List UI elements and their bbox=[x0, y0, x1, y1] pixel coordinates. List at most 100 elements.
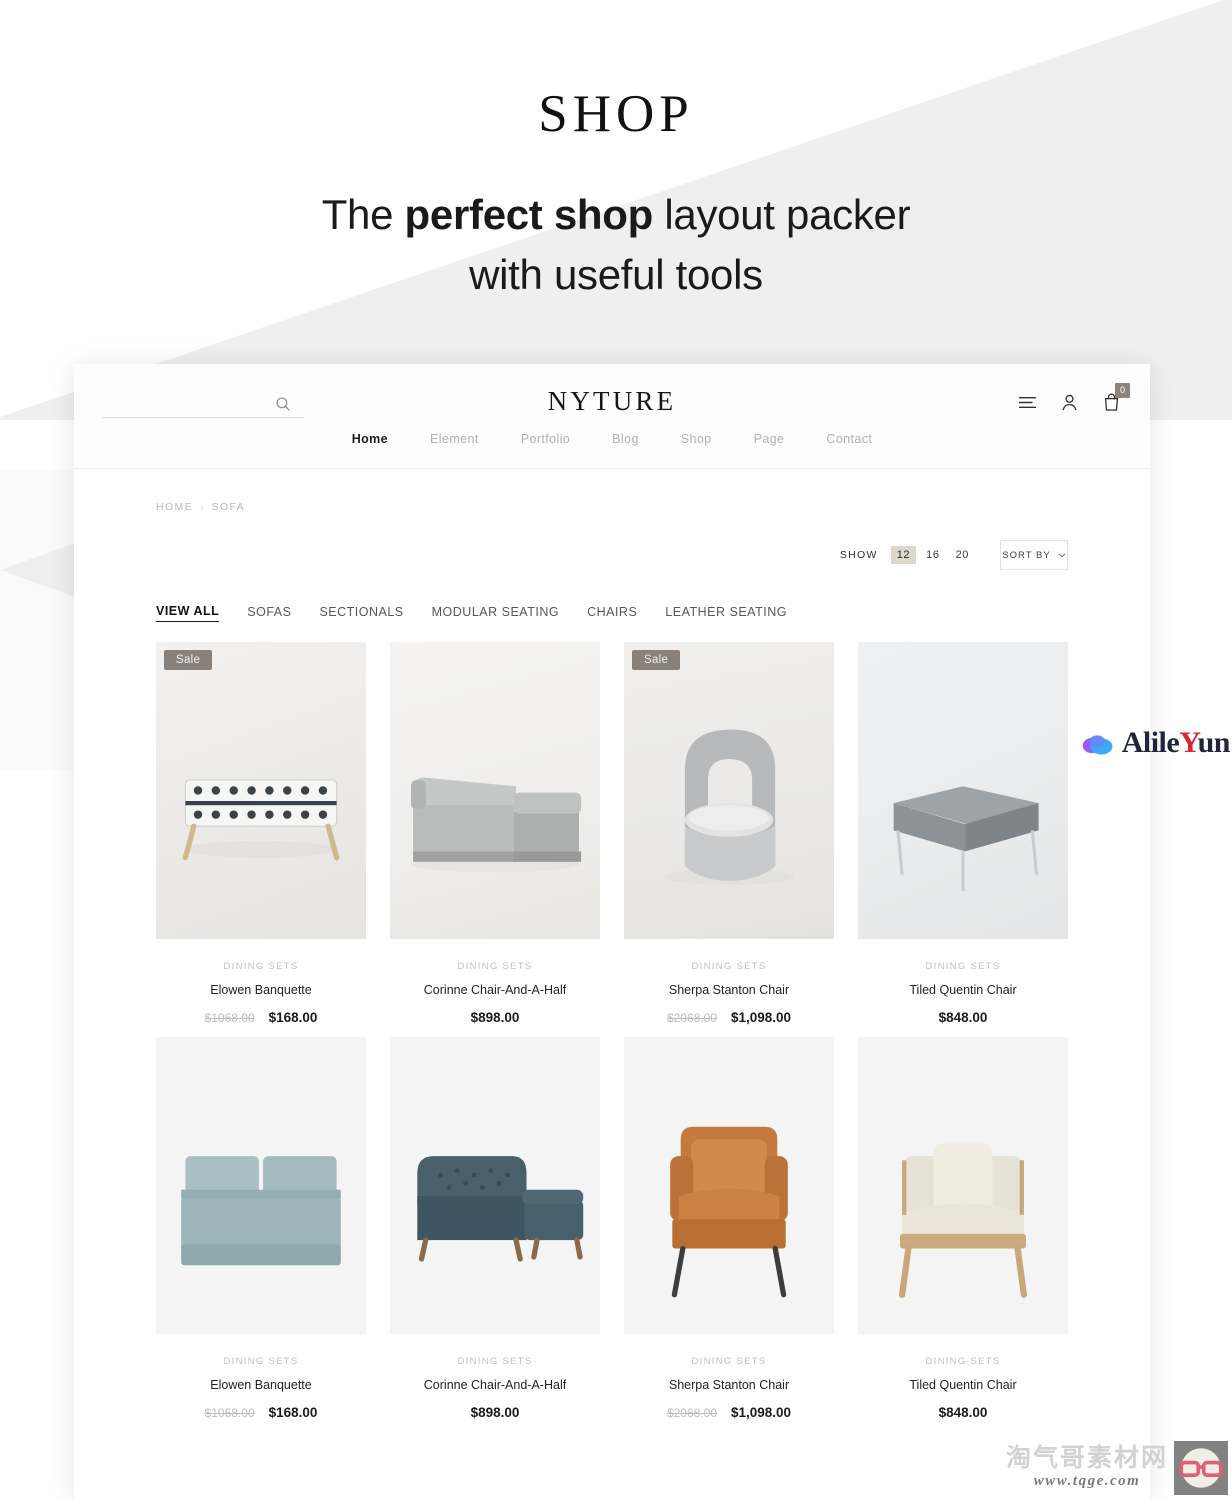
cart-button[interactable]: 0 bbox=[1101, 383, 1130, 413]
product-name[interactable]: Corinne Chair-And-A-Half bbox=[390, 983, 600, 997]
product-card[interactable]: DINING SETS Corinne Chair-And-A-Half $89… bbox=[390, 1037, 600, 1420]
breadcrumb: HOME › SOFA bbox=[156, 501, 1068, 513]
watermark-alileyun: AlileYun bbox=[1081, 726, 1231, 760]
product-price-current: $168.00 bbox=[268, 1010, 318, 1025]
product-category: DINING SETS bbox=[691, 1356, 767, 1367]
watermark-alileyun-text: AlileYun bbox=[1121, 726, 1231, 760]
product-card[interactable]: DINING SETS Tiled Quentin Chair $848.00 bbox=[858, 642, 1068, 1025]
product-price-current: $848.00 bbox=[938, 1010, 988, 1025]
category-tab-sofas[interactable]: SOFAS bbox=[247, 605, 291, 622]
product-name[interactable]: Tiled Quentin Chair bbox=[858, 1378, 1068, 1392]
hero-subtitle-pre: The bbox=[321, 191, 405, 238]
product-prices: $2068.00 $1,098.00 bbox=[624, 1010, 834, 1025]
product-prices: $898.00 bbox=[390, 1405, 600, 1420]
product-image[interactable] bbox=[156, 1037, 366, 1334]
blue-grey-loveseat-icon bbox=[181, 1156, 341, 1266]
nav-item-portfolio[interactable]: Portfolio bbox=[519, 426, 572, 452]
breadcrumb-home[interactable]: HOME bbox=[156, 501, 193, 513]
sale-badge: Sale bbox=[632, 650, 681, 670]
sale-badge: Sale bbox=[164, 650, 213, 670]
product-card[interactable]: DINING SETS Elowen Banquette $1068.00 $1… bbox=[156, 1037, 366, 1420]
user-account-icon[interactable] bbox=[1059, 392, 1080, 413]
cart-count-badge: 0 bbox=[1115, 383, 1130, 398]
category-tab-sectionals[interactable]: SECTIONALS bbox=[319, 605, 403, 622]
show-option-20[interactable]: 20 bbox=[950, 546, 975, 564]
product-name[interactable]: Elowen Banquette bbox=[156, 1378, 366, 1392]
product-meta: DINING SETS Elowen Banquette $1068.00 $1… bbox=[156, 1334, 366, 1420]
product-image[interactable] bbox=[624, 1037, 834, 1334]
category-tab-view-all[interactable]: VIEW ALL bbox=[156, 604, 220, 622]
show-options: 12 16 20 bbox=[890, 546, 975, 564]
product-category: DINING SETS bbox=[457, 1356, 533, 1367]
watermark-tqge: 淘气哥素材网 www.tqge.com bbox=[1006, 1441, 1228, 1495]
nav-item-home[interactable]: Home bbox=[350, 426, 390, 452]
product-meta: DINING SETS Tiled Quentin Chair $848.00 bbox=[858, 1334, 1068, 1420]
product-prices: $848.00 bbox=[858, 1010, 1068, 1025]
hero-subtitle: The perfect shop layout packer with usef… bbox=[0, 185, 1232, 305]
product-image[interactable]: Sale bbox=[156, 642, 366, 939]
product-name[interactable]: Corinne Chair-And-A-Half bbox=[390, 1378, 600, 1392]
product-card[interactable]: DINING SETS Sherpa Stanton Chair $2068.0… bbox=[624, 1037, 834, 1420]
product-name[interactable]: Sherpa Stanton Chair bbox=[624, 983, 834, 997]
product-category: DINING SETS bbox=[925, 961, 1001, 972]
product-grid-row-2: DINING SETS Elowen Banquette $1068.00 $1… bbox=[156, 1037, 1068, 1420]
product-card[interactable]: Sale DINING SETS Elowen Banquette $1068.… bbox=[156, 642, 366, 1025]
product-meta: DINING SETS Sherpa Stanton Chair $2068.0… bbox=[624, 1334, 834, 1420]
product-meta: DINING SETS Elowen Banquette $1068.00 $1… bbox=[156, 939, 366, 1025]
product-image[interactable] bbox=[390, 1037, 600, 1334]
product-image[interactable] bbox=[858, 1037, 1068, 1334]
category-tab-chairs[interactable]: CHAIRS bbox=[587, 605, 637, 622]
breadcrumb-current: SOFA bbox=[211, 501, 246, 513]
product-name[interactable]: Elowen Banquette bbox=[156, 983, 366, 997]
nav-item-element[interactable]: Element bbox=[428, 426, 481, 452]
product-price-old: $1068.00 bbox=[204, 1011, 255, 1025]
cream-wood-frame-chair-icon bbox=[898, 1143, 1028, 1298]
shop-site-window: NYTURE 0 Home Element Portfolio Blog Sho… bbox=[74, 364, 1150, 1499]
sort-by-label: SORT BY bbox=[1002, 549, 1051, 561]
product-meta: DINING SETS Corinne Chair-And-A-Half $89… bbox=[390, 1334, 600, 1420]
product-price-old: $1068.00 bbox=[204, 1406, 255, 1420]
teal-tufted-sectional-icon bbox=[417, 1156, 584, 1262]
category-tab-leather-seating[interactable]: LEATHER SEATING bbox=[665, 605, 787, 622]
watermark-alileyun-pre: Alile bbox=[1121, 726, 1180, 759]
product-category: DINING SETS bbox=[925, 1356, 1001, 1367]
grey-barrel-chair-icon bbox=[663, 729, 795, 885]
product-prices: $1068.00 $168.00 bbox=[156, 1010, 366, 1025]
product-card[interactable]: Sale DINING SETS Sherpa Stanton Chair $2… bbox=[624, 642, 834, 1025]
watermark-tqge-url: www.tqge.com bbox=[1033, 1473, 1141, 1489]
product-category: DINING SETS bbox=[223, 1356, 299, 1367]
product-image[interactable] bbox=[858, 642, 1068, 939]
product-prices: $2068.00 $1,098.00 bbox=[624, 1405, 834, 1420]
site-header: NYTURE 0 Home Element Portfolio Blog Sho… bbox=[74, 364, 1150, 469]
show-option-16[interactable]: 16 bbox=[920, 546, 945, 564]
watermark-tqge-chinese: 淘气哥素材网 bbox=[1005, 1444, 1168, 1472]
hamburger-menu-icon[interactable] bbox=[1017, 392, 1038, 413]
product-name[interactable]: Sherpa Stanton Chair bbox=[624, 1378, 834, 1392]
product-price-current: $1,098.00 bbox=[731, 1405, 792, 1420]
product-price-current: $898.00 bbox=[470, 1010, 520, 1025]
category-tab-modular-seating[interactable]: MODULAR SEATING bbox=[432, 605, 559, 622]
nav-item-page[interactable]: Page bbox=[752, 426, 787, 452]
product-meta: DINING SETS Tiled Quentin Chair $848.00 bbox=[858, 939, 1068, 1025]
product-card[interactable]: DINING SETS Corinne Chair-And-A-Half $89… bbox=[390, 642, 600, 1025]
show-option-12[interactable]: 12 bbox=[890, 546, 917, 564]
header-icon-group: 0 bbox=[1017, 383, 1130, 413]
category-filter-tabs: VIEW ALL SOFAS SECTIONALS MODULAR SEATIN… bbox=[156, 604, 1068, 622]
product-card[interactable]: DINING SETS Tiled Quentin Chair $848.00 bbox=[858, 1037, 1068, 1420]
nav-item-contact[interactable]: Contact bbox=[824, 426, 874, 452]
show-label: SHOW bbox=[839, 549, 878, 561]
brand-logo[interactable]: NYTURE bbox=[74, 386, 1150, 417]
product-name[interactable]: Tiled Quentin Chair bbox=[858, 983, 1068, 997]
product-price-current: $848.00 bbox=[938, 1405, 988, 1420]
grey-ottoman-icon bbox=[893, 786, 1039, 892]
tan-leather-armchair-icon bbox=[670, 1126, 788, 1298]
product-meta: DINING SETS Corinne Chair-And-A-Half $89… bbox=[390, 939, 600, 1025]
product-image[interactable]: Sale bbox=[624, 642, 834, 939]
product-grid-row-1: Sale DINING SETS Elowen Banquette $1068.… bbox=[156, 642, 1068, 1025]
nav-item-shop[interactable]: Shop bbox=[679, 426, 714, 452]
page-title: SHOP bbox=[538, 85, 694, 143]
sort-by-dropdown[interactable]: SORT BY bbox=[1000, 540, 1068, 570]
watermark-alileyun-highlight: Y bbox=[1179, 726, 1198, 759]
nav-item-blog[interactable]: Blog bbox=[610, 426, 641, 452]
product-image[interactable] bbox=[390, 642, 600, 939]
